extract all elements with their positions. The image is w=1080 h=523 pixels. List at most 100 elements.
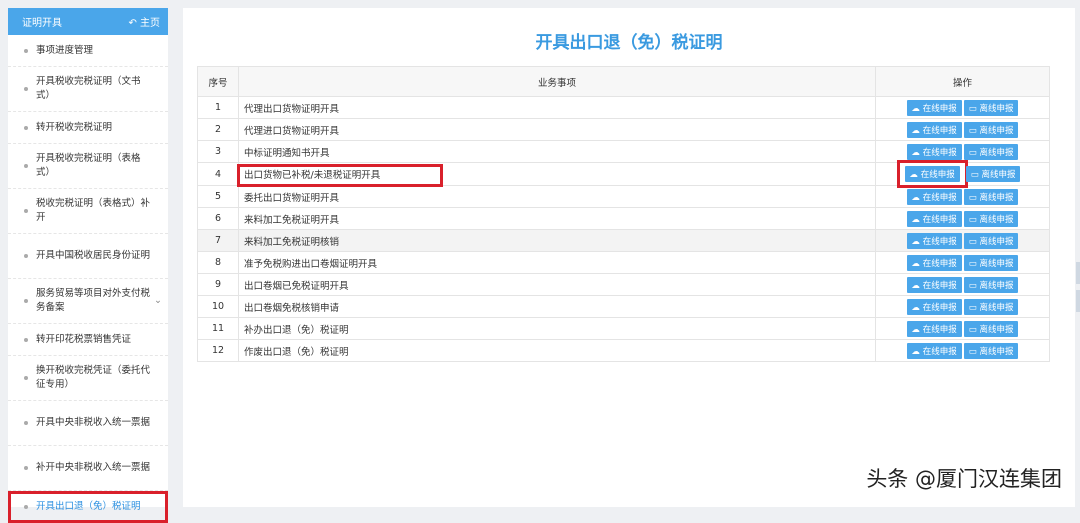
side-tab[interactable] (1076, 262, 1080, 284)
online-report-button[interactable]: ☁ 在线申报 (906, 121, 962, 138)
offline-report-button[interactable]: ▭ 离线申报 (963, 210, 1019, 227)
online-report-button[interactable]: ☁ 在线申报 (906, 342, 962, 359)
cloud-upload-icon: ☁ (911, 346, 923, 357)
cloud-upload-icon: ☁ (911, 236, 923, 247)
col-seq: 序号 (197, 66, 239, 97)
online-report-button[interactable]: ☁ 在线申报 (906, 254, 962, 271)
offline-report-button[interactable]: ▭ 离线申报 (963, 188, 1019, 205)
cloud-upload-icon: ☁ (911, 147, 923, 158)
online-report-button[interactable]: ☁ 在线申报 (906, 143, 962, 160)
row-seq: 2 (197, 118, 239, 141)
cloud-upload-icon: ☁ (911, 214, 923, 225)
items-table: 序号 业务事项 操作 1 代理出口货物证明开具 ☁ 在线申报 ▭ 离线申报 2 代理… (197, 66, 1050, 362)
sidebar-item-label: 税收完税证明（表格式）补开 (36, 198, 151, 223)
table-row: 1 代理出口货物证明开具 ☁ 在线申报 ▭ 离线申报 (197, 96, 1050, 119)
row-seq: 6 (197, 207, 239, 230)
sidebar-item[interactable]: 开具中央非税收入统一票据 (8, 401, 168, 446)
cloud-upload-icon: ☁ (911, 192, 923, 203)
offline-report-button[interactable]: ▭ 离线申报 (963, 143, 1019, 160)
row-item: 补办出口退（免）税证明 (238, 317, 876, 340)
online-report-button[interactable]: ☁ 在线申报 (904, 166, 960, 182)
row-item: 委托出口货物证明开具 (238, 185, 876, 208)
row-actions: ☁ 在线申报 ▭ 离线申报 (875, 339, 1050, 362)
cloud-upload-icon: ☁ (911, 280, 923, 291)
row-item: 来料加工免税证明核销 (238, 229, 876, 252)
laptop-icon: ▭ (968, 280, 980, 291)
cloud-upload-icon: ☁ (911, 103, 923, 114)
watermark: 头条 @厦门汉连集团 (866, 467, 1062, 491)
row-item-label: 作废出口退（免）税证明 (244, 346, 349, 358)
sidebar-item-label: 事项进度管理 (36, 44, 94, 56)
sidebar-title: 证明开具 (22, 18, 62, 29)
offline-report-button[interactable]: ▭ 离线申报 (963, 232, 1019, 249)
sidebar-item-label: 补开中央非税收入统一票据 (36, 462, 151, 473)
sidebar-item[interactable]: 税收完税证明（表格式）补开 (8, 189, 168, 234)
row-actions: ☁ 在线申报 ▭ 离线申报 (875, 273, 1050, 296)
offline-report-button[interactable]: ▭ 离线申报 (963, 298, 1019, 315)
online-report-button[interactable]: ☁ 在线申报 (906, 298, 962, 315)
row-item-label: 准予免税购进出口卷烟证明开具 (244, 258, 378, 270)
offline-report-button[interactable]: ▭ 离线申报 (965, 166, 1021, 182)
table-row: 11 补办出口退（免）税证明 ☁ 在线申报 ▭ 离线申报 (197, 317, 1050, 340)
sidebar-item[interactable]: 事项进度管理 (8, 35, 168, 67)
sidebar-item-label: 服务贸易等项目对外支付税务备案 (36, 288, 151, 313)
sidebar-item-label: 转开印花税票销售凭证 (36, 333, 132, 345)
online-report-button[interactable]: ☁ 在线申报 (906, 99, 962, 116)
row-seq: 5 (197, 185, 239, 208)
online-report-button[interactable]: ☁ 在线申报 (906, 232, 962, 249)
row-seq: 3 (197, 140, 239, 163)
online-report-button[interactable]: ☁ 在线申报 (906, 210, 962, 227)
sidebar-item[interactable]: 转开税收完税证明 (8, 112, 168, 144)
cloud-upload-icon: ☁ (911, 258, 923, 269)
laptop-icon: ▭ (968, 324, 980, 335)
sidebar-item[interactable]: 换开税收完税凭证（委托代征专用） (8, 356, 168, 401)
row-item-label: 来料加工免税证明核销 (244, 236, 340, 248)
offline-report-button[interactable]: ▭ 离线申报 (963, 276, 1019, 293)
row-item: 来料加工免税证明开具 (238, 207, 876, 230)
cloud-upload-icon: ☁ (911, 324, 923, 335)
row-item-label: 代理出口货物证明开具 (244, 103, 340, 115)
online-report-button[interactable]: ☁ 在线申报 (906, 320, 962, 337)
row-actions: ☁ 在线申报 ▭ 离线申报 (875, 295, 1050, 318)
sidebar-item-label: 开具税收完税证明（表格式） (36, 153, 141, 178)
row-item: 准予免税购进出口卷烟证明开具 (238, 251, 876, 274)
col-op: 操作 (875, 66, 1050, 97)
offline-report-button[interactable]: ▭ 离线申报 (963, 254, 1019, 271)
sidebar-item[interactable]: 开具出口退（免）税证明 (8, 491, 168, 523)
row-seq: 1 (197, 96, 239, 119)
laptop-icon: ▭ (968, 192, 980, 203)
offline-report-button[interactable]: ▭ 离线申报 (963, 320, 1019, 337)
sidebar-item-label: 开具税收完税证明（文书式） (36, 76, 141, 101)
sidebar-item[interactable]: 开具税收完税证明（表格式） (8, 144, 168, 189)
row-item: 出口卷烟免税核销申请 (238, 295, 876, 318)
row-seq: 10 (197, 295, 239, 318)
sidebar-item[interactable]: 补开中央非税收入统一票据 (8, 446, 168, 491)
chevron-down-icon: ⌄ (154, 295, 162, 306)
side-tab[interactable] (1076, 290, 1080, 312)
sidebar-item[interactable]: 转开印花税票销售凭证 (8, 324, 168, 356)
laptop-icon: ▭ (968, 346, 980, 357)
online-report-button[interactable]: ☁ 在线申报 (906, 276, 962, 293)
row-actions: ☁ 在线申报 ▭ 离线申报 (875, 160, 1050, 188)
row-item: 代理进口货物证明开具 (238, 118, 876, 141)
home-link[interactable]: ↶ 主页 (128, 14, 160, 29)
table-row: 6 来料加工免税证明开具 ☁ 在线申报 ▭ 离线申报 (197, 207, 1050, 230)
row-item: 中标证明通知书开具 (238, 140, 876, 163)
offline-report-button[interactable]: ▭ 离线申报 (963, 121, 1019, 138)
row-actions: ☁ 在线申报 ▭ 离线申报 (875, 207, 1050, 230)
sidebar-item[interactable]: 服务贸易等项目对外支付税务备案 ⌄ (8, 279, 168, 324)
row-item: 出口货物已补税/未退税证明开具 (236, 162, 876, 187)
table-row: 2 代理进口货物证明开具 ☁ 在线申报 ▭ 离线申报 (197, 118, 1050, 141)
offline-report-button[interactable]: ▭ 离线申报 (963, 342, 1019, 359)
offline-report-button[interactable]: ▭ 离线申报 (963, 99, 1019, 116)
table-row: 8 准予免税购进出口卷烟证明开具 ☁ 在线申报 ▭ 离线申报 (197, 251, 1050, 274)
sidebar-item[interactable]: 开具税收完税证明（文书式） (8, 67, 168, 112)
table-row: 7 来料加工免税证明核销 ☁ 在线申报 ▭ 离线申报 (197, 229, 1050, 252)
row-seq: 12 (197, 339, 239, 362)
cloud-upload-icon: ☁ (909, 170, 921, 180)
sidebar-item[interactable]: 开具中国税收居民身份证明 (8, 234, 168, 279)
sidebar-header: 证明开具 ↶ 主页 (8, 8, 168, 35)
online-report-button[interactable]: ☁ 在线申报 (906, 188, 962, 205)
cloud-upload-icon: ☁ (911, 125, 923, 136)
sidebar-item-label: 开具中国税收居民身份证明 (36, 250, 151, 261)
